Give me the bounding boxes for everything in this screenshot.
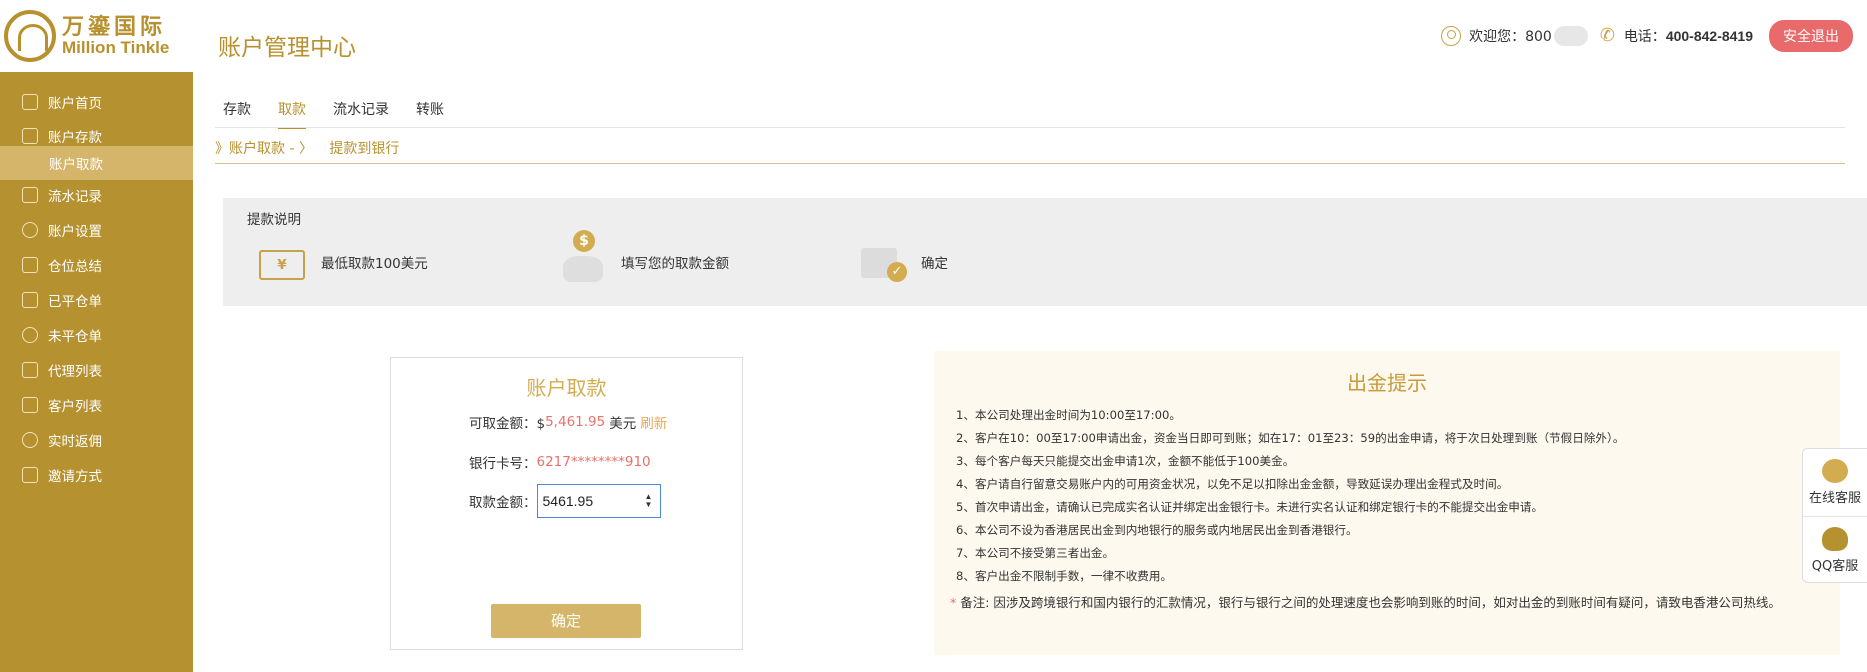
page-title: 账户管理中心 bbox=[218, 35, 356, 61]
withdraw-amount-row: 取款金额： 5461.95 ▲ ▼ bbox=[469, 484, 661, 518]
sidebar-item-client-list[interactable]: 客户列表 bbox=[0, 388, 193, 422]
tip-item: 1、本公司处理出金时间为10:00至17:00。 bbox=[956, 408, 1181, 422]
deposit-icon bbox=[22, 128, 38, 144]
logo[interactable]: 万鎏国际 Million Tinkle bbox=[4, 8, 180, 64]
sidebar-item-settings[interactable]: 账户设置 bbox=[0, 213, 193, 247]
tips-title: 出金提示 bbox=[1347, 371, 1427, 395]
withdraw-amount-input[interactable]: 5461.95 ▲ ▼ bbox=[536, 484, 661, 518]
logo-text-en: Million Tinkle bbox=[62, 37, 170, 57]
logout-button[interactable]: 安全退出 bbox=[1769, 20, 1853, 52]
header-user-area: 欢迎您：800 ✆ 电话： 400-842-8419 安全退出 bbox=[1441, 20, 1853, 52]
sidebar-item-home[interactable]: 账户首页 bbox=[0, 85, 193, 119]
rebate-icon bbox=[22, 432, 38, 448]
tab-withdraw[interactable]: 取款 bbox=[278, 99, 306, 129]
logo-text-cn: 万鎏国际 bbox=[62, 14, 167, 40]
withdraw-tips-panel: 出金提示 1、本公司处理出金时间为10:00至17:00。 2、客户在10：00… bbox=[934, 351, 1840, 655]
sidebar-item-position-summary[interactable]: 仓位总结 bbox=[0, 248, 193, 282]
tab-transfer[interactable]: 转账 bbox=[416, 99, 444, 129]
currency-label: 美元 bbox=[609, 416, 637, 432]
instruction-step-3: ✓ 确定 bbox=[859, 242, 948, 282]
invite-icon bbox=[22, 467, 38, 483]
sidebar: 账户首页 账户存款 账户取款 流水记录 账户设置 仓位总结 已平仓单 未平仓单 … bbox=[0, 72, 193, 672]
tip-item: 2、客户在10：00至17:00申请出金，资金当日即可到账；如在17：01至23… bbox=[956, 431, 1625, 445]
refresh-link[interactable]: 刷新 bbox=[640, 412, 667, 432]
breadcrumb-current: 提款到银行 bbox=[329, 141, 400, 157]
agent-list-icon bbox=[22, 362, 38, 378]
sidebar-item-agent-list[interactable]: 代理列表 bbox=[0, 353, 193, 387]
phone-label: 电话： bbox=[1623, 29, 1666, 45]
sidebar-item-withdraw[interactable]: 账户取款 bbox=[0, 146, 193, 180]
floating-service-panel: 在线客服 QQ客服 bbox=[1802, 448, 1867, 583]
confirm-withdraw-button[interactable]: 确定 bbox=[491, 604, 641, 638]
bank-card-label: 银行卡号： bbox=[469, 456, 537, 472]
sidebar-item-rebate[interactable]: 实时返佣 bbox=[0, 423, 193, 457]
tip-item: 3、每个客户每天只能提交出金申请1次，金额不能低于100美金。 bbox=[956, 454, 1295, 468]
tab-records[interactable]: 流水记录 bbox=[333, 99, 389, 129]
tip-item: 6、本公司不设为香港居民出金到内地银行的服务或内地居民出金到香港银行。 bbox=[956, 523, 1358, 537]
wallet-icon: ¥ bbox=[259, 250, 305, 280]
withdraw-instructions: 提款说明 ¥ 最低取款100美元 $ 填写您的取款金额 ✓ 确定 bbox=[223, 198, 1867, 306]
bank-card-number: 6217********910 bbox=[536, 454, 651, 470]
logo-mark-icon bbox=[4, 10, 56, 62]
withdraw-form-title: 账户取款 bbox=[526, 376, 607, 400]
sidebar-item-open-orders[interactable]: 未平仓单 bbox=[0, 318, 193, 352]
phone-number: 400-842-8419 bbox=[1665, 28, 1753, 44]
tip-item: 5、首次申请出金，请确认已完成实名认证并绑定出金银行卡。未进行实名认证和绑定银行… bbox=[956, 500, 1544, 514]
tip-item: 7、本公司不接受第三者出金。 bbox=[956, 546, 1115, 560]
welcome-text: 欢迎您：800 bbox=[1469, 29, 1552, 45]
sidebar-item-records[interactable]: 流水记录 bbox=[0, 178, 193, 212]
available-amount-value: 5,461.95 bbox=[545, 414, 606, 430]
header: 万鎏国际 Million Tinkle 账户管理中心 欢迎您：800 ✆ 电话：… bbox=[0, 0, 1867, 72]
tab-divider bbox=[215, 127, 1845, 128]
sidebar-item-invite[interactable]: 邀请方式 bbox=[0, 458, 193, 492]
sidebar-item-closed-orders[interactable]: 已平仓单 bbox=[0, 283, 193, 317]
tip-item: 8、客户出金不限制手数，一律不收费用。 bbox=[956, 569, 1173, 583]
qq-penguin-icon bbox=[1822, 526, 1848, 551]
summary-icon bbox=[22, 257, 38, 273]
available-amount-row: 可取金额：$ 5,461.95 美元 刷新 bbox=[469, 412, 667, 432]
amount-stepper[interactable]: ▲ ▼ bbox=[644, 493, 654, 509]
closed-orders-icon bbox=[22, 292, 38, 308]
online-service-button[interactable]: 在线客服 bbox=[1803, 449, 1867, 516]
client-list-icon bbox=[22, 397, 38, 413]
masked-account-number bbox=[1553, 26, 1588, 46]
instructions-title: 提款说明 bbox=[247, 212, 301, 228]
home-icon bbox=[22, 94, 38, 110]
open-orders-icon bbox=[22, 327, 38, 343]
tips-note: * 备注: 因涉及跨境银行和国内银行的汇款情况，银行与银行之间的处理速度也会影响… bbox=[950, 595, 1781, 610]
breadcrumb: 》账户取款 - 〉 提款到银行 bbox=[215, 138, 399, 158]
qq-service-button[interactable]: QQ客服 bbox=[1803, 516, 1867, 583]
withdraw-form: 账户取款 可取金额：$ 5,461.95 美元 刷新 银行卡号： 6217***… bbox=[390, 357, 743, 650]
tips-list: 1、本公司处理出金时间为10:00至17:00。 2、客户在10：00至17:0… bbox=[956, 404, 1826, 588]
instruction-step-2: $ 填写您的取款金额 bbox=[559, 230, 729, 282]
confirm-check-icon: ✓ bbox=[859, 242, 907, 282]
chat-bubble-icon bbox=[1822, 459, 1848, 483]
available-amount-label: 可取金额：$ bbox=[469, 416, 546, 432]
tab-bar: 存款 取款 流水记录 转账 bbox=[223, 99, 471, 129]
money-bag-icon: $ bbox=[559, 230, 605, 282]
breadcrumb-parent[interactable]: 》账户取款 - 〉 bbox=[215, 141, 313, 157]
tab-deposit[interactable]: 存款 bbox=[223, 99, 251, 129]
tip-item: 4、客户请自行留意交易账户内的可用资金状况，以免不足以扣除出金金额，导致延误办理… bbox=[956, 477, 1509, 491]
main-content: 存款 取款 流水记录 转账 》账户取款 - 〉 提款到银行 提款说明 ¥ 最低取… bbox=[193, 72, 1867, 672]
user-icon bbox=[1441, 26, 1462, 46]
instruction-step-1: ¥ 最低取款100美元 bbox=[259, 242, 428, 282]
breadcrumb-divider bbox=[215, 163, 1845, 164]
bank-card-row: 银行卡号： 6217********910 bbox=[469, 452, 651, 472]
withdraw-amount-label: 取款金额： bbox=[469, 495, 537, 511]
record-icon bbox=[22, 187, 38, 203]
gear-icon bbox=[22, 222, 38, 238]
phone-icon: ✆ bbox=[1599, 25, 1615, 46]
